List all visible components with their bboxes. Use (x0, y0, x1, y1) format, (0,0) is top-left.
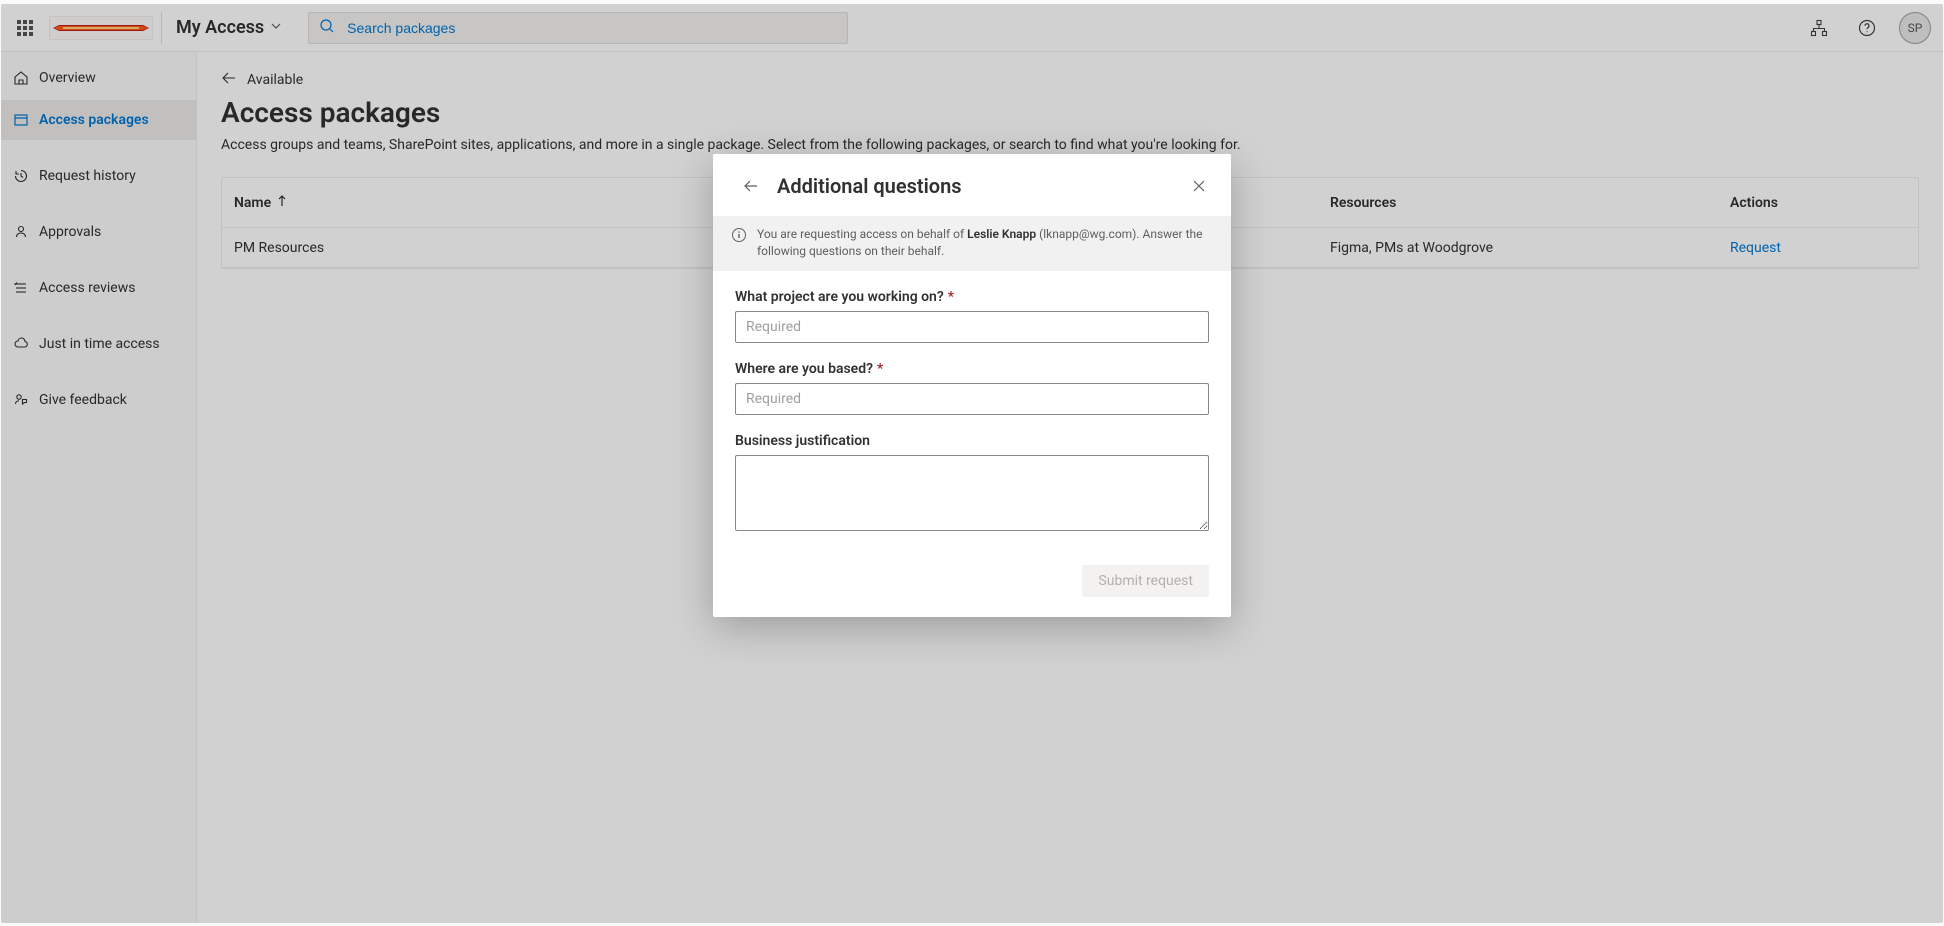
field-justification: Business justification (735, 433, 1209, 535)
project-input[interactable] (735, 311, 1209, 343)
field-project: What project are you working on? * (735, 289, 1209, 343)
info-person: Leslie Knapp (967, 227, 1036, 241)
modal-scrim: Additional questions You are requesting … (1, 4, 1943, 923)
info-icon (731, 227, 747, 261)
dialog-back-button[interactable] (737, 172, 765, 200)
required-indicator: * (877, 361, 883, 377)
field-label-text: Business justification (735, 433, 870, 449)
field-label-text: What project are you working on? (735, 289, 944, 305)
dialog-title: Additional questions (777, 174, 1173, 198)
field-label-text: Where are you based? (735, 361, 873, 377)
submit-button-label: Submit request (1098, 573, 1193, 589)
location-input[interactable] (735, 383, 1209, 415)
info-banner: You are requesting access on behalf of L… (713, 216, 1231, 271)
dialog-close-button[interactable] (1185, 172, 1213, 200)
dialog-form: What project are you working on? * Where… (713, 271, 1231, 559)
submit-request-button[interactable]: Submit request (1082, 565, 1209, 597)
justification-textarea[interactable] (735, 455, 1209, 531)
back-arrow-icon (743, 178, 759, 194)
required-indicator: * (948, 289, 954, 305)
info-prefix: You are requesting access on behalf of (757, 227, 967, 241)
info-text: You are requesting access on behalf of L… (757, 226, 1213, 261)
field-location: Where are you based? * (735, 361, 1209, 415)
close-icon (1192, 179, 1206, 193)
additional-questions-dialog: Additional questions You are requesting … (713, 154, 1231, 617)
